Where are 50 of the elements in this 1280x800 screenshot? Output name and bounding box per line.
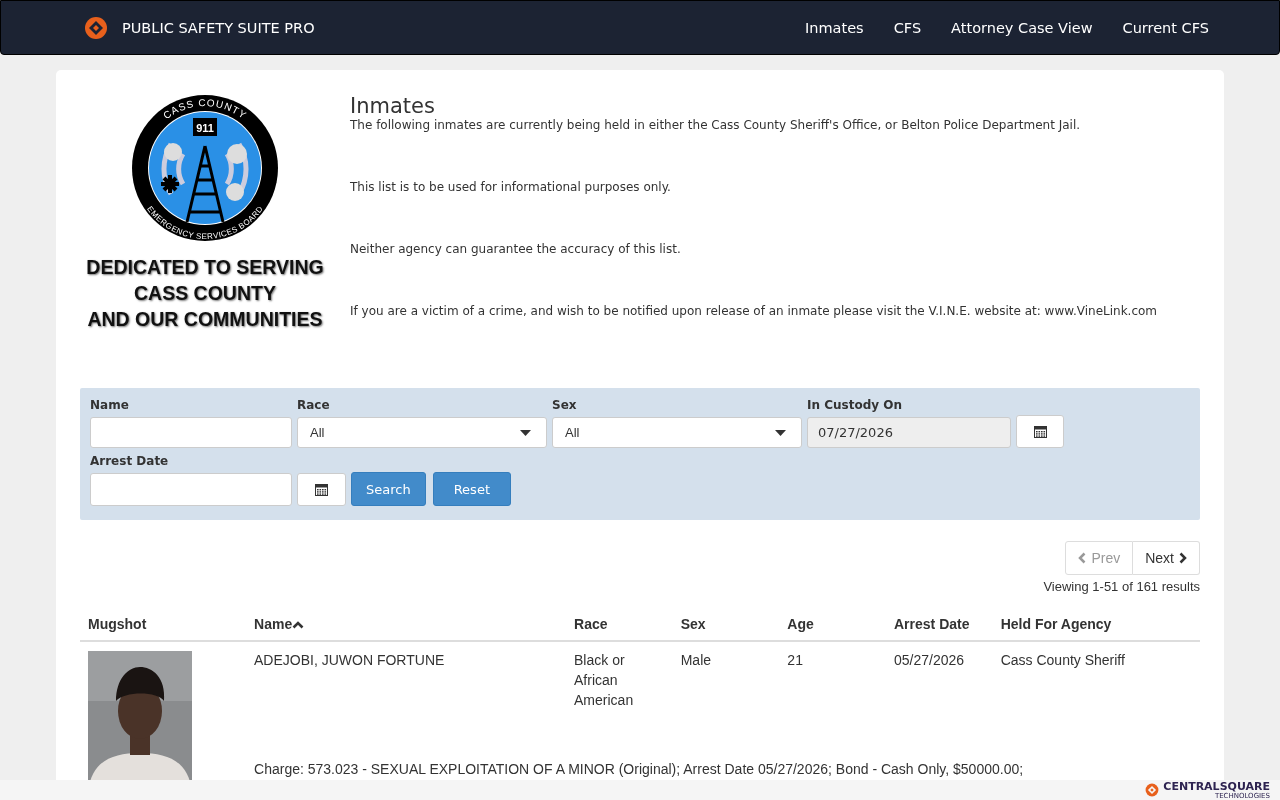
reset-button[interactable]: Reset — [432, 472, 511, 506]
field-label: Race — [297, 398, 331, 412]
field-label: Sex — [552, 398, 578, 412]
table-cell-text: Black or African American — [574, 651, 635, 710]
charge-text: Charge: 573.023 - SEXUAL EXPLOITATION OF A MINOR (Original); Arrest Date 05/27/2026; Bond - Cash Only, $50000.00; — [254, 761, 1024, 778]
column-header[interactable]: Name — [254, 616, 293, 632]
caret-icon — [520, 429, 531, 436]
field-label: In Custody On — [807, 398, 903, 412]
app-title: PUBLIC SAFETY SUITE PRO — [122, 19, 315, 36]
intro-text: This list is to be used for informational purposes only. — [350, 180, 672, 194]
nav-link[interactable]: CFS — [893, 19, 922, 36]
next-button[interactable]: Next — [1133, 541, 1200, 575]
calendar-icon — [315, 483, 328, 496]
chevron-left-icon — [1078, 552, 1087, 564]
intro-text: Neither agency can guarantee the accuracy of this list. — [350, 242, 682, 256]
column-header[interactable]: Held For Agency — [1000, 616, 1112, 632]
calendar-icon — [1033, 425, 1047, 438]
column-header[interactable]: Sex — [680, 616, 706, 632]
column-header[interactable]: Mugshot — [88, 616, 147, 632]
calendar-button[interactable] — [297, 473, 346, 506]
nav-link[interactable]: Current CFS — [1122, 19, 1209, 36]
column-header[interactable]: Race — [574, 616, 608, 632]
table-cell: Cass County Sheriff — [1000, 652, 1125, 668]
arrest-date-input[interactable] — [90, 473, 292, 506]
table-cell: Male — [680, 652, 712, 668]
field-label: Arrest Date — [90, 454, 170, 468]
intro-text: If you are a victim of a crime, and wish to be notified upon release of an inmate please visit the V.I.N.E. website at: www.VineLink.com — [350, 304, 1158, 318]
caret-icon — [775, 429, 786, 436]
sort-up-icon — [292, 620, 305, 629]
logo-tagline: DEDICATED TO SERVING CASS COUNTY AND OUR COMMUNITIES — [86, 255, 324, 332]
page-title: Inmates — [350, 94, 436, 118]
table-cell: 05/27/2026 — [894, 652, 965, 668]
intro-text: The following inmates are currently being held in either the Cass County Sheriff's Office, or Belton Police Department Jail. — [350, 118, 1082, 132]
field-label: Name — [90, 398, 130, 412]
search-button[interactable]: Search — [351, 472, 426, 506]
table-cell: 21 — [787, 652, 803, 668]
column-header[interactable]: Arrest Date — [894, 616, 970, 632]
table-cell: ADEJOBI, JUWON FORTUNE — [254, 652, 445, 668]
nav-link[interactable]: Inmates — [805, 19, 864, 36]
brand-logo-icon — [1145, 783, 1160, 797]
race-select[interactable]: All — [297, 417, 547, 448]
calendar-button[interactable] — [1016, 415, 1064, 448]
column-header[interactable]: Age — [787, 616, 814, 632]
chevron-right-icon — [1179, 552, 1187, 564]
nav-link[interactable]: Attorney Case View — [951, 19, 1093, 36]
brand-logo-icon — [84, 15, 108, 40]
results-summary: Viewing 1-51 of 161 results — [1043, 579, 1200, 594]
name-input[interactable] — [90, 417, 292, 448]
sex-select[interactable]: All — [552, 417, 802, 448]
footer-brand: CENTRALSQUARE — [1163, 780, 1270, 793]
